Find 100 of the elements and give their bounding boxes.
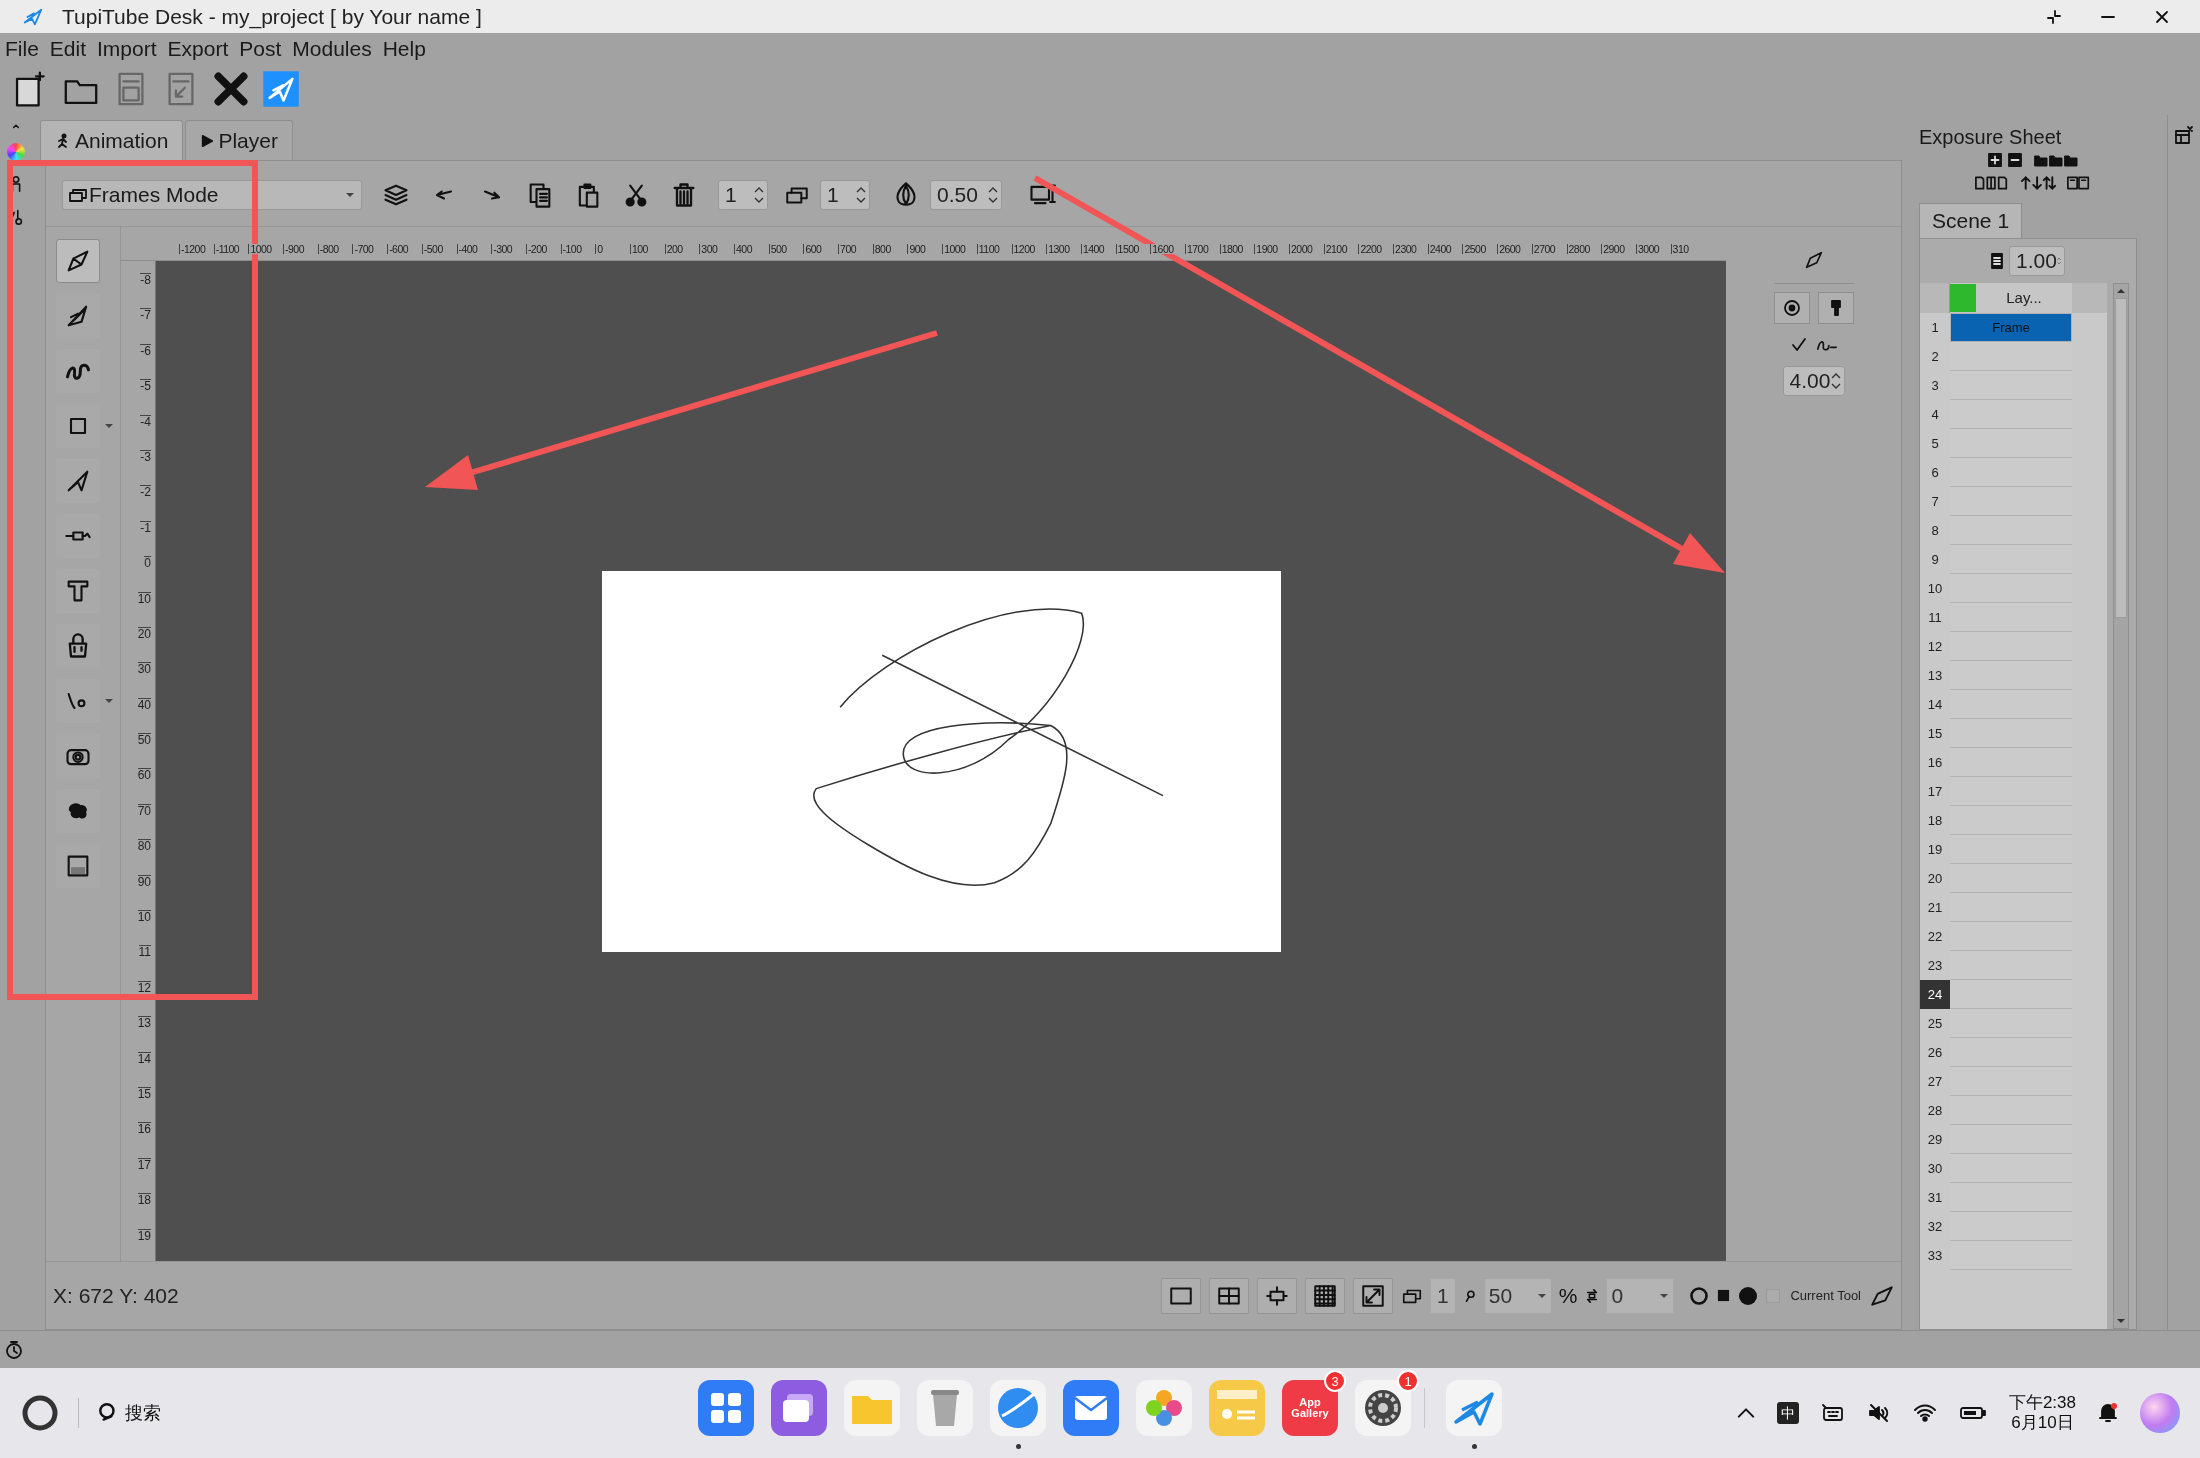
ruler-label: 16 xyxy=(137,1122,151,1158)
caret-icon xyxy=(104,422,114,429)
frame-number: 5 xyxy=(1930,434,1940,453)
ruler-label: 18 xyxy=(137,1193,151,1229)
caret-icon xyxy=(1659,1292,1670,1299)
scrollbar-thumb[interactable] xyxy=(2115,298,2127,618)
square-icon[interactable] xyxy=(1717,1289,1731,1302)
ruler-label: 15 xyxy=(137,1087,151,1123)
menu-item[interactable]: Modules xyxy=(292,37,372,59)
frame-spinbox[interactable]: 1 xyxy=(718,179,768,210)
menu-item[interactable]: Export xyxy=(167,37,229,59)
check-icon xyxy=(1790,337,1807,353)
frame-number: 20 xyxy=(1926,869,1944,888)
menu-item[interactable]: Help xyxy=(382,37,426,59)
search-button[interactable]: 搜索 xyxy=(97,1399,161,1427)
scrollbar[interactable] xyxy=(2113,283,2129,1329)
copy-frames-icon[interactable] xyxy=(2066,175,2092,191)
clock-icon[interactable] xyxy=(4,1339,24,1360)
ruler-label: -7 xyxy=(140,308,151,344)
chevron-up-icon[interactable] xyxy=(1736,1407,1755,1419)
bird-logo-icon[interactable] xyxy=(262,70,300,108)
frame-number: 17 xyxy=(1926,782,1944,801)
tab[interactable]: Player xyxy=(185,120,293,160)
spin-arrows-icon[interactable] xyxy=(754,186,764,203)
menu-item[interactable]: Post xyxy=(239,37,282,59)
view-button[interactable] xyxy=(1305,1277,1346,1314)
input-method-indicator[interactable]: 中 xyxy=(1776,1402,1799,1424)
ruler-label: 12 xyxy=(137,980,151,1017)
frame-number: 15 xyxy=(1926,724,1944,743)
frame-number: 12 xyxy=(1926,637,1944,656)
filled-circle-icon[interactable] xyxy=(1738,1285,1759,1306)
app-grid-icon[interactable] xyxy=(698,1380,754,1436)
frame-number: 7 xyxy=(1930,492,1940,511)
scene-tab[interactable]: Scene 1 xyxy=(1919,203,2023,238)
color-wheel-icon[interactable] xyxy=(7,143,25,161)
ruler-label: 0 xyxy=(144,556,151,592)
ruler-label: -3 xyxy=(140,449,151,486)
fps-spinbox[interactable]: 1.00 xyxy=(2009,246,2065,276)
rotation-dropdown[interactable]: 0 xyxy=(1607,1278,1674,1313)
spin-arrows-icon[interactable] xyxy=(1830,373,1841,389)
windows-icon[interactable] xyxy=(771,1380,827,1436)
keyboard-icon[interactable] xyxy=(1820,1403,1845,1423)
circle-outline-icon[interactable] xyxy=(1689,1285,1710,1306)
ruler-label: -8 xyxy=(140,273,151,309)
move-arrows-icon[interactable] xyxy=(2020,175,2058,191)
start-ring-icon[interactable] xyxy=(20,1393,60,1433)
spin-arrows-icon[interactable] xyxy=(988,186,998,203)
clock[interactable]: 下午2:38 6月10日 xyxy=(2008,1393,2076,1433)
frames-spinbox[interactable]: 1 xyxy=(820,179,870,210)
view-button[interactable] xyxy=(1209,1277,1250,1314)
bell-icon[interactable] xyxy=(2098,1402,2118,1424)
ruler-label: -6 xyxy=(140,343,151,380)
frame-number: 8 xyxy=(1930,521,1940,540)
plus-square-icon[interactable] xyxy=(1988,153,2002,167)
battery-icon[interactable] xyxy=(1958,1405,1987,1421)
frame-number: 26 xyxy=(1926,1043,1944,1062)
mail-icon[interactable] xyxy=(1063,1380,1119,1436)
ruler-label: 30 xyxy=(137,662,151,698)
layer-header[interactable]: Lay... xyxy=(1950,283,2072,313)
restore-icon[interactable] xyxy=(2046,8,2062,25)
checkbox[interactable] xyxy=(1789,336,1808,354)
mode-dropdown[interactable]: Frames Mode xyxy=(62,179,362,210)
caret-icon xyxy=(1536,1292,1547,1299)
ruler-label: 1500 xyxy=(1115,243,1151,254)
ruler-label: -5 xyxy=(140,379,151,415)
globe-icon[interactable] xyxy=(990,1380,1046,1436)
frame-number: 1 xyxy=(1930,318,1940,337)
view-button[interactable] xyxy=(1353,1277,1394,1314)
frame-field[interactable]: 1 xyxy=(1431,1278,1455,1313)
target-button[interactable] xyxy=(1773,292,1810,324)
view-button[interactable] xyxy=(1257,1277,1298,1314)
frame-number: 22 xyxy=(1926,927,1944,946)
bird-logo-icon[interactable] xyxy=(1446,1380,1502,1436)
menu-item[interactable]: File xyxy=(5,37,39,59)
close-x-icon[interactable] xyxy=(212,70,250,108)
minus-square-icon[interactable] xyxy=(2008,153,2022,167)
muted-speaker-icon[interactable] xyxy=(1866,1403,1891,1423)
ruler-label: 19 xyxy=(137,1228,151,1264)
smoothness-spinbox[interactable]: 4.00 xyxy=(1782,366,1845,396)
wifi-icon[interactable] xyxy=(1912,1403,1937,1423)
folders-icon[interactable] xyxy=(2034,153,2078,167)
close-icon[interactable] xyxy=(2154,8,2170,25)
menu-item[interactable]: Import xyxy=(97,37,157,59)
menu-item[interactable]: Edit xyxy=(49,37,87,59)
scroll-up-icon[interactable] xyxy=(2116,288,2126,294)
tool-button[interactable] xyxy=(56,238,100,283)
ruler-label: -1 xyxy=(140,520,151,557)
scroll-down-icon[interactable] xyxy=(2116,1318,2126,1324)
layout-icon[interactable] xyxy=(2174,125,2194,145)
caret-icon xyxy=(104,697,114,704)
spin-arrows-icon[interactable] xyxy=(856,186,866,203)
tab[interactable]: Animation xyxy=(40,120,184,160)
ruler-label: 60 xyxy=(137,768,151,804)
flower-icon[interactable] xyxy=(1136,1380,1192,1436)
frame-number: 2 xyxy=(1930,347,1940,366)
zoom-dropdown[interactable]: 50 xyxy=(1484,1278,1551,1313)
brush-button[interactable] xyxy=(1817,292,1854,324)
opacity-spinbox[interactable]: 0.50 xyxy=(930,179,1002,210)
view-button[interactable] xyxy=(1161,1277,1202,1314)
frame-number: 33 xyxy=(1926,1246,1944,1265)
